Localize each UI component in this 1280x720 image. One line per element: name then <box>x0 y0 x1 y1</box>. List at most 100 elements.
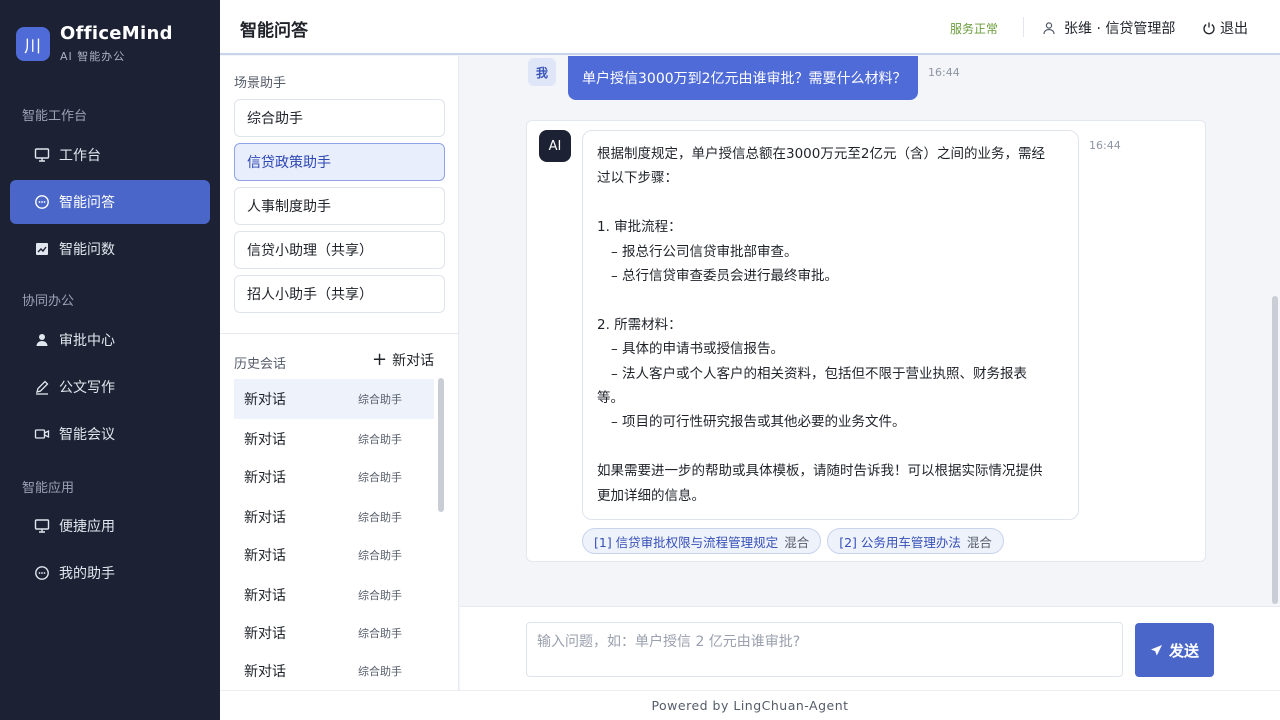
sidebar-item-my-assistant[interactable]: 我的助手 <box>10 551 210 595</box>
history-scrollbar[interactable] <box>438 378 444 512</box>
assistant-item[interactable]: 招人小助手（共享） <box>234 275 445 313</box>
history-item-tag: 综合助手 <box>358 549 402 562</box>
history-item-tag: 综合助手 <box>358 433 402 446</box>
monitor-icon <box>34 147 50 163</box>
brand-subtitle: AI 智能办公 <box>60 50 126 63</box>
ai-message-line <box>597 435 1064 459</box>
user-message-time: 16:44 <box>928 66 960 79</box>
divider <box>1023 17 1024 37</box>
history-item[interactable]: 新对话 综合助手 <box>234 497 434 537</box>
sidebar-item-doc-writing[interactable]: 公文写作 <box>10 365 210 409</box>
history-item[interactable]: 新对话 综合助手 <box>234 575 434 615</box>
ai-message-line: 1. 审批流程： <box>597 219 682 236</box>
new-chat-label: 新对话 <box>392 353 435 369</box>
plus-icon: + <box>372 349 388 370</box>
brand: 川 OfficeMind AI 智能办公 <box>16 24 173 64</box>
ai-avatar: AI <box>539 130 571 162</box>
question-input[interactable] <box>526 622 1123 677</box>
history-item[interactable]: 新对话 综合助手 <box>234 651 434 680</box>
history-item[interactable]: 新对话 综合助手 <box>234 379 434 419</box>
ai-message-line: – 总行信贷审查委员会进行最终审批。 <box>611 268 839 285</box>
new-chat-button[interactable]: + 新对话 <box>372 350 434 370</box>
sidebar-section-title: 协同办公 <box>22 294 75 309</box>
sidebar-item-label: 审批中心 <box>59 333 115 349</box>
history-item-tag: 综合助手 <box>358 511 402 524</box>
history-item-title: 新对话 <box>244 392 286 408</box>
sidebar-item-smart-meeting[interactable]: 智能会议 <box>10 412 210 456</box>
ai-message-card: AI 根据制度规定，单户授信总额在3000万元至2亿元（含）之间的业务，需经 过… <box>526 120 1206 562</box>
history-item-title: 新对话 <box>244 432 286 448</box>
send-label: 发送 <box>1168 641 1199 660</box>
reference-chip[interactable]: [1] 信贷审批权限与流程管理规定 混合 <box>582 528 822 554</box>
logout-label: 退出 <box>1220 21 1248 37</box>
assistant-item[interactable]: 人事制度助手 <box>234 187 445 225</box>
sidebar-item-label: 智能问数 <box>59 242 115 258</box>
page-title: 智能问答 <box>240 21 308 41</box>
reference-tag: 混合 <box>966 534 992 550</box>
ai-message-line: 根据制度规定，单户授信总额在3000万元至2亿元（含）之间的业务，需经 <box>597 146 1045 162</box>
person-icon <box>34 332 50 348</box>
ai-message-line: 等。 <box>597 390 624 407</box>
ai-message-time: 16:44 <box>1089 139 1121 152</box>
sidebar-item-smart-data[interactable]: 智能问数 <box>10 227 210 271</box>
chat-bubble-icon <box>34 565 50 581</box>
user-icon <box>1042 21 1056 35</box>
ai-message-line <box>597 191 1064 215</box>
brand-logo: 川 <box>16 27 50 61</box>
ai-message-line: 更加详细的信息。 <box>597 487 705 504</box>
sidebar-item-label: 便捷应用 <box>59 519 115 535</box>
chart-icon <box>34 241 50 257</box>
user-info[interactable]: 张维 · 信贷管理部 <box>1042 18 1175 38</box>
history-item[interactable]: 新对话 综合助手 <box>234 613 434 653</box>
send-button[interactable]: 发送 <box>1135 623 1214 677</box>
history-item-tag: 综合助手 <box>358 627 402 640</box>
history-list: 新对话 综合助手 新对话 综合助手 新对话 综合助手 新对话 综合助手 新对话 … <box>234 379 445 680</box>
ai-message-line: – 项目的可行性研究报告或其他必要的业务文件。 <box>611 414 906 431</box>
video-icon <box>34 426 50 442</box>
history-item-title: 新对话 <box>244 588 286 604</box>
assistant-item-active[interactable]: 信贷政策助手 <box>234 143 445 181</box>
assistant-panel: 场景助手 综合助手 信贷政策助手 人事制度助手 信贷小助理（共享） 招人小助手（… <box>220 56 459 690</box>
assistant-item[interactable]: 综合助手 <box>234 99 445 137</box>
sidebar-item-quick-apps[interactable]: 便捷应用 <box>10 504 210 548</box>
reference-title: [1] 信贷审批权限与流程管理规定 <box>594 534 779 550</box>
reference-chip[interactable]: [2] 公务用车管理办法 混合 <box>827 528 1004 554</box>
sidebar-item-approval[interactable]: 审批中心 <box>10 318 210 362</box>
history-item[interactable]: 新对话 综合助手 <box>234 535 434 575</box>
history-item-tag: 综合助手 <box>358 393 402 406</box>
sidebar-item-label: 工作台 <box>59 148 101 164</box>
ai-message-line: 2. 所需材料： <box>597 316 682 333</box>
logout-button[interactable]: 退出 <box>1202 18 1248 38</box>
sidebar: 川 OfficeMind AI 智能办公 智能工作台 工作台 智能问答 智能问数… <box>0 0 220 720</box>
history-item-title: 新对话 <box>244 548 286 564</box>
ai-message-line <box>597 288 1064 312</box>
ai-message-line: – 具体的申请书或授信报告。 <box>611 341 785 358</box>
ai-message-line: 如果需要进一步的帮助或具体模板，请随时告诉我！可以根据实际情况提供 <box>597 463 1043 480</box>
send-icon <box>1150 644 1163 657</box>
sidebar-item-label: 我的助手 <box>59 566 115 582</box>
history-item-title: 新对话 <box>244 470 286 486</box>
assistant-item[interactable]: 信贷小助理（共享） <box>234 231 445 269</box>
brand-name: OfficeMind <box>60 23 173 44</box>
chat-bubble-icon <box>34 194 50 210</box>
divider <box>220 333 459 334</box>
history-item[interactable]: 新对话 综合助手 <box>234 457 434 497</box>
sidebar-item-workbench[interactable]: 工作台 <box>10 133 210 177</box>
sidebar-item-label: 公文写作 <box>59 380 115 396</box>
reference-title: [2] 公务用车管理办法 <box>839 534 961 550</box>
ai-message-line: – 法人客户或个人客户的相关资料，包括但不限于营业执照、财务报表 <box>611 365 1028 382</box>
history-item[interactable]: 新对话 综合助手 <box>234 419 434 459</box>
sidebar-item-label: 智能会议 <box>59 427 115 443</box>
monitor-icon <box>34 518 50 534</box>
history-item-title: 新对话 <box>244 664 286 680</box>
history-item-tag: 综合助手 <box>358 665 402 678</box>
chat-scrollbar[interactable] <box>1272 296 1278 604</box>
reference-list: [1] 信贷审批权限与流程管理规定 混合 [2] 公务用车管理办法 混合 <box>582 528 1010 554</box>
sidebar-section-title: 智能工作台 <box>22 109 88 124</box>
ai-message-line: 过以下步骤： <box>597 170 678 187</box>
chat-area: 我 单户授信3000万到2亿元由谁审批？需要什么材料？ 16:44 AI 根据制… <box>460 56 1280 606</box>
sidebar-item-smart-qa[interactable]: 智能问答 <box>10 180 210 224</box>
user-message: 单户授信3000万到2亿元由谁审批？需要什么材料？ <box>568 56 918 100</box>
history-label: 历史会话 <box>234 357 287 372</box>
power-icon <box>1202 21 1216 35</box>
